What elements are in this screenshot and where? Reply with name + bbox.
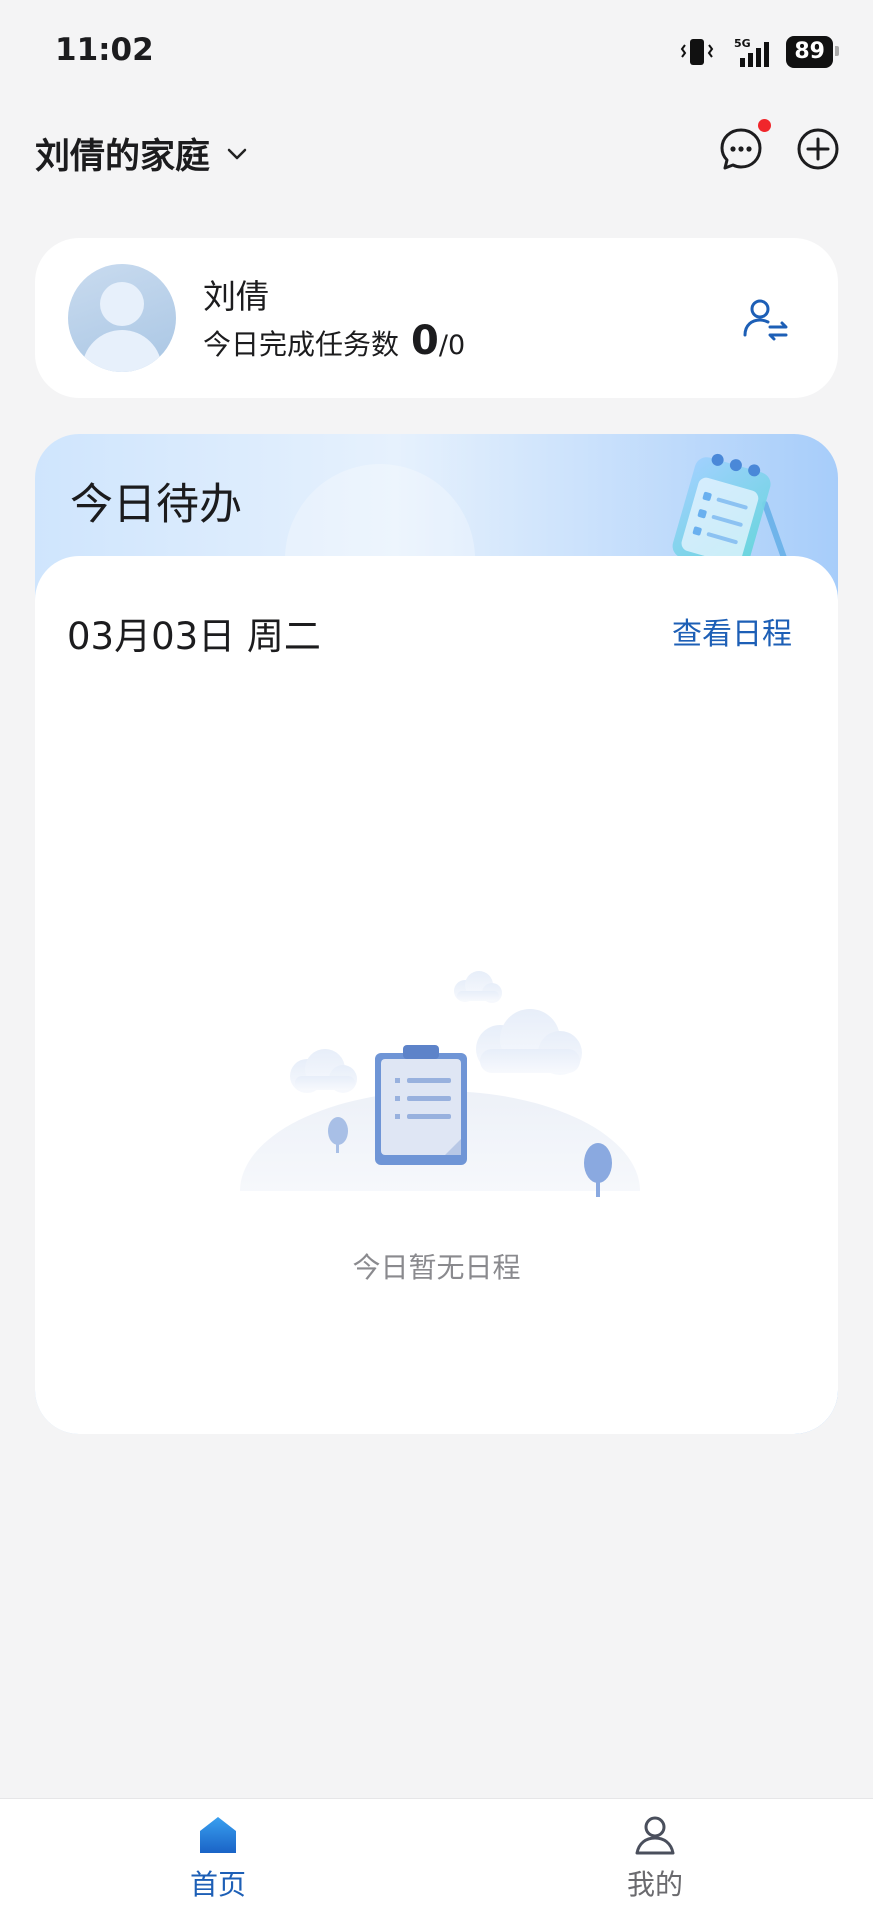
avatar[interactable] [68, 264, 176, 372]
tab-bar: 首页 我的 [0, 1798, 873, 1921]
family-selector[interactable]: 刘倩的家庭 [35, 128, 250, 179]
tab-mine-label: 我的 [626, 1868, 683, 1901]
todo-content: 03月03日 周二 查看日程 今日暂无日程 [35, 556, 838, 1434]
user-card: 刘倩 今日完成任务数 0 /0 [35, 238, 838, 398]
tab-home-label: 首页 [189, 1868, 246, 1901]
todo-date: 03月03日 周二 [67, 615, 321, 658]
empty-schedule-illustration-icon [225, 971, 655, 1241]
status-icons: 5G 89 [680, 32, 839, 72]
person-icon [635, 1816, 675, 1855]
switch-user-icon[interactable] [740, 295, 790, 345]
empty-schedule-text: 今日暂无日程 [352, 1251, 521, 1284]
todo-card: 今日待办 03月03日 周二 查看日程 今日暂无日程 [35, 434, 838, 1434]
todo-title: 今日待办 [70, 480, 242, 530]
notification-dot [758, 119, 771, 132]
task-total-count: /0 [438, 330, 466, 361]
message-icon[interactable] [718, 126, 764, 172]
add-icon[interactable] [795, 126, 841, 172]
task-done-count: 0 [411, 318, 439, 364]
view-schedule-link[interactable]: 查看日程 [672, 609, 792, 653]
home-icon [200, 1817, 236, 1853]
battery-indicator: 89 [786, 36, 839, 68]
task-label: 今日完成任务数 [203, 328, 400, 361]
task-count-line: 今日完成任务数 0 /0 [203, 318, 465, 364]
network-label: 5G [734, 37, 751, 50]
chevron-down-icon [227, 148, 247, 159]
tab-mine[interactable]: 我的 [585, 1813, 725, 1903]
vibrate-icon [681, 39, 714, 65]
tab-home[interactable]: 首页 [148, 1813, 288, 1903]
signal-icon: 5G [734, 37, 770, 67]
family-name: 刘倩的家庭 [35, 137, 211, 177]
user-name: 刘倩 [203, 277, 269, 316]
status-time: 11:02 [55, 32, 154, 68]
